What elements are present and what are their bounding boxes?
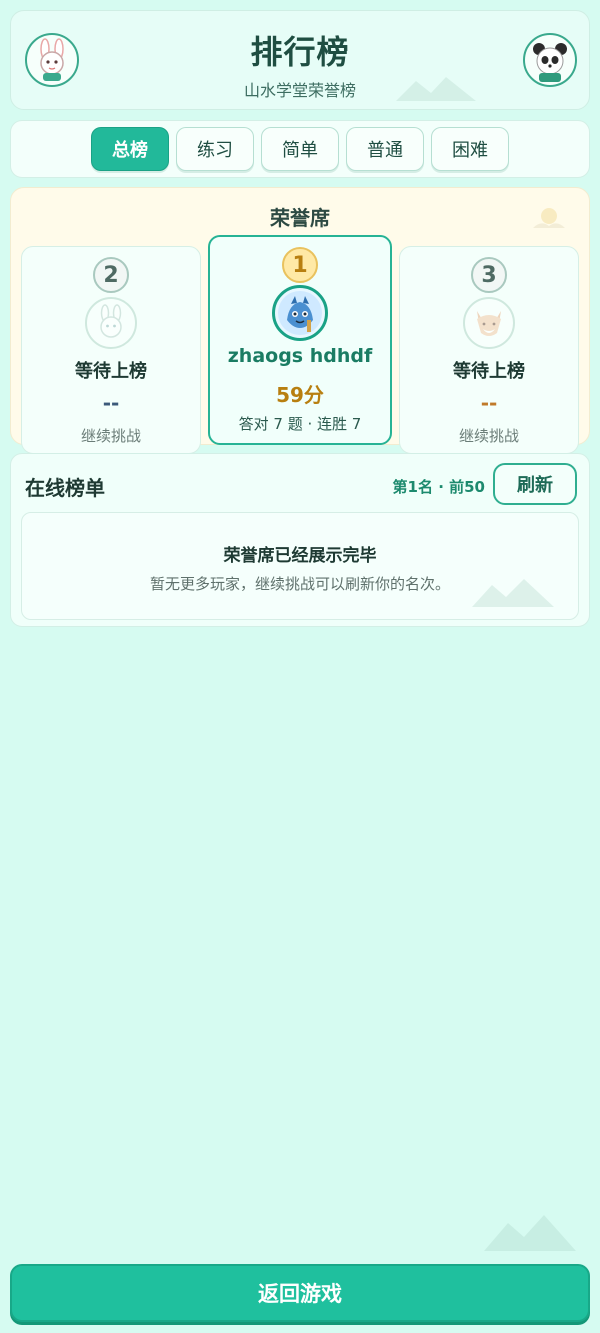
online-title: 在线榜单 xyxy=(25,476,105,500)
player-name: zhaogs hdhdf xyxy=(227,345,373,367)
player-name: 等待上榜 xyxy=(75,361,147,382)
tab-practice[interactable]: 练习 xyxy=(176,127,254,171)
player-score: -- xyxy=(480,391,498,415)
mountain-deco-icon xyxy=(472,579,554,607)
podium-card-third[interactable]: 3 等待上榜 -- 继续挑战 xyxy=(399,246,579,454)
page-title: 排行榜 xyxy=(250,33,350,71)
rabbit-avatar-icon xyxy=(85,297,137,349)
rank-summary: 第1名 · 前50 xyxy=(392,478,485,496)
rank-badge: 3 xyxy=(471,257,507,293)
tab-easy[interactable]: 简单 xyxy=(261,127,339,171)
page-subtitle: 山水学堂荣誉榜 xyxy=(243,81,356,100)
mountain-deco-icon xyxy=(484,1215,576,1251)
sun-cloud-deco-icon xyxy=(533,208,565,228)
rank-badge: 2 xyxy=(93,257,129,293)
panda-avatar-icon[interactable] xyxy=(523,33,577,87)
tab-hard[interactable]: 困难 xyxy=(431,127,509,171)
podium-card-first[interactable]: 1 zhaogs hdhdf 59分 答对 7 题 · 连胜 7 xyxy=(208,235,392,445)
player-status: 继续挑战 xyxy=(80,427,141,445)
leaderboard-tabs: 总榜 练习 简单 普通 困难 xyxy=(10,120,590,178)
tab-overall[interactable]: 总榜 xyxy=(91,127,169,171)
player-score: 59分 xyxy=(276,383,324,407)
back-to-game-button[interactable]: 返回游戏 xyxy=(10,1264,590,1322)
header: 排行榜 山水学堂荣誉榜 xyxy=(10,10,590,110)
dragon-avatar-icon xyxy=(272,285,328,341)
player-name: 等待上榜 xyxy=(453,361,525,382)
empty-state: 荣誉席已经展示完毕 暂无更多玩家，继续挑战可以刷新你的名次。 xyxy=(21,512,579,620)
online-leaderboard: 在线榜单 第1名 · 前50 刷新 荣誉席已经展示完毕 暂无更多玩家，继续挑战可… xyxy=(10,453,590,627)
player-status: 继续挑战 xyxy=(458,427,519,445)
player-stats: 答对 7 题 · 连胜 7 xyxy=(238,415,362,433)
mountain-deco-icon xyxy=(396,77,476,101)
empty-title: 荣誉席已经展示完毕 xyxy=(223,546,377,566)
tab-normal[interactable]: 普通 xyxy=(346,127,424,171)
player-score: -- xyxy=(102,391,120,415)
refresh-button[interactable]: 刷新 xyxy=(493,463,577,505)
honor-section: 荣誉席 2 等待上榜 -- 继续挑战 1 zhaogs hdhdf 59分 答对… xyxy=(10,187,590,454)
gold-rank-badge: 1 xyxy=(282,247,318,283)
honor-title: 荣誉席 xyxy=(270,206,330,230)
podium-card-second[interactable]: 2 等待上榜 -- 继续挑战 xyxy=(21,246,201,454)
fox-avatar-icon xyxy=(463,297,515,349)
